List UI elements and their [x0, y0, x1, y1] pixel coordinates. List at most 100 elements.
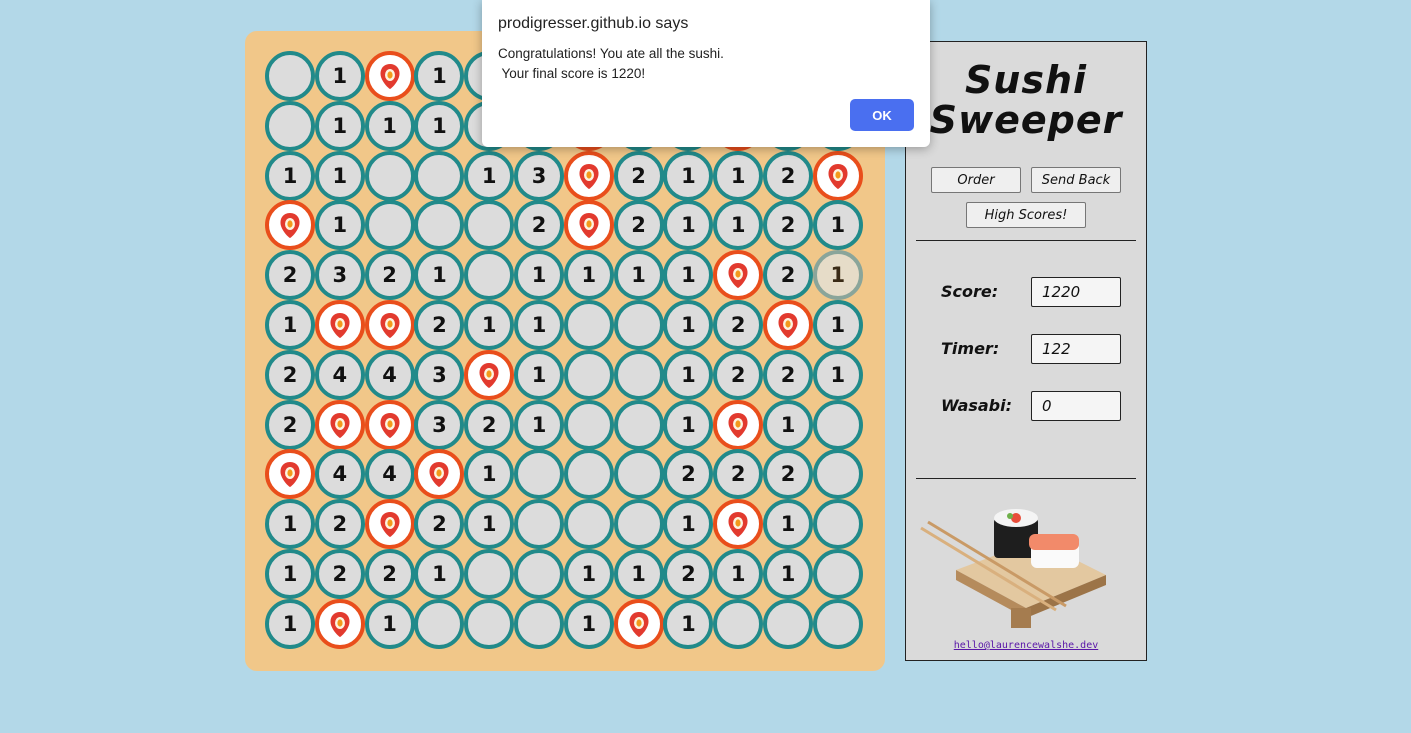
number-cell[interactable]: 1 — [713, 150, 764, 201]
number-cell[interactable]: 1 — [812, 349, 863, 400]
empty-cell[interactable] — [812, 399, 863, 450]
number-cell[interactable]: 2 — [763, 449, 813, 500]
order-button[interactable]: Order — [931, 167, 1021, 193]
number-cell[interactable]: 2 — [763, 200, 813, 251]
number-cell[interactable]: 2 — [364, 549, 415, 599]
empty-cell[interactable] — [812, 499, 863, 550]
number-cell[interactable]: 1 — [314, 150, 365, 201]
empty-cell[interactable] — [265, 51, 315, 101]
number-cell[interactable]: 1 — [763, 549, 813, 599]
empty-cell[interactable] — [613, 499, 664, 550]
number-cell[interactable]: 1 — [663, 598, 714, 649]
number-cell[interactable]: 4 — [314, 449, 365, 500]
number-cell[interactable]: 1 — [663, 200, 714, 251]
empty-cell[interactable] — [514, 449, 564, 500]
number-cell[interactable]: 2 — [265, 250, 315, 301]
empty-cell[interactable] — [464, 250, 515, 301]
number-cell[interactable]: 2 — [265, 399, 315, 450]
empty-cell[interactable] — [514, 499, 564, 550]
number-cell[interactable]: 3 — [514, 150, 564, 201]
number-cell[interactable]: 1 — [314, 51, 365, 101]
empty-cell[interactable] — [713, 598, 764, 649]
sushi-cell[interactable] — [713, 499, 764, 550]
sushi-cell[interactable] — [364, 499, 415, 550]
number-cell[interactable]: 2 — [414, 499, 465, 550]
number-cell[interactable]: 2 — [364, 250, 415, 301]
number-cell[interactable]: 1 — [464, 300, 515, 350]
number-cell[interactable]: 2 — [763, 150, 813, 201]
sushi-cell[interactable] — [265, 200, 315, 251]
sushi-cell[interactable] — [314, 598, 365, 649]
sushi-cell[interactable] — [414, 449, 465, 500]
high-scores-button[interactable]: High Scores! — [966, 202, 1086, 228]
empty-cell[interactable] — [812, 598, 863, 649]
number-cell[interactable]: 2 — [514, 200, 564, 251]
number-cell[interactable]: 1 — [663, 250, 714, 301]
sushi-cell[interactable] — [364, 300, 415, 350]
number-cell[interactable]: 1 — [464, 499, 515, 550]
sushi-cell[interactable] — [364, 399, 415, 450]
number-cell[interactable]: 4 — [364, 349, 415, 400]
number-cell[interactable]: 4 — [314, 349, 365, 400]
number-cell[interactable]: 2 — [763, 250, 813, 301]
empty-cell[interactable] — [613, 449, 664, 500]
number-cell[interactable]: 2 — [613, 150, 664, 201]
number-cell[interactable]: 1 — [563, 549, 614, 599]
number-cell[interactable]: 1 — [414, 100, 465, 151]
empty-cell[interactable] — [812, 449, 863, 500]
empty-cell[interactable] — [563, 399, 614, 450]
number-cell[interactable]: 2 — [314, 499, 365, 550]
sushi-cell[interactable] — [763, 300, 813, 350]
empty-cell[interactable] — [563, 349, 614, 400]
number-cell[interactable]: 1 — [314, 200, 365, 251]
empty-cell[interactable] — [514, 549, 564, 599]
number-cell[interactable]: 1 — [713, 549, 764, 599]
sushi-cell[interactable] — [464, 349, 515, 400]
number-cell[interactable]: 3 — [314, 250, 365, 301]
number-cell[interactable]: 2 — [713, 349, 764, 400]
number-cell[interactable]: 1 — [265, 300, 315, 350]
number-cell[interactable]: 1 — [812, 250, 863, 301]
number-cell[interactable]: 1 — [514, 349, 564, 400]
number-cell[interactable]: 3 — [414, 399, 465, 450]
number-cell[interactable]: 1 — [713, 200, 764, 251]
number-cell[interactable]: 4 — [364, 449, 415, 500]
number-cell[interactable]: 1 — [763, 399, 813, 450]
ok-button[interactable]: OK — [850, 99, 914, 131]
number-cell[interactable]: 1 — [265, 549, 315, 599]
empty-cell[interactable] — [414, 200, 465, 251]
sushi-cell[interactable] — [364, 51, 415, 101]
number-cell[interactable]: 2 — [663, 549, 714, 599]
number-cell[interactable]: 1 — [364, 598, 415, 649]
empty-cell[interactable] — [464, 549, 515, 599]
number-cell[interactable]: 1 — [563, 250, 614, 301]
empty-cell[interactable] — [364, 200, 415, 251]
empty-cell[interactable] — [613, 399, 664, 450]
number-cell[interactable]: 2 — [414, 300, 465, 350]
empty-cell[interactable] — [563, 499, 614, 550]
empty-cell[interactable] — [563, 300, 614, 350]
number-cell[interactable]: 1 — [265, 150, 315, 201]
number-cell[interactable]: 1 — [514, 399, 564, 450]
number-cell[interactable]: 1 — [464, 449, 515, 500]
number-cell[interactable]: 2 — [613, 200, 664, 251]
number-cell[interactable]: 2 — [265, 349, 315, 400]
number-cell[interactable]: 1 — [663, 499, 714, 550]
number-cell[interactable]: 1 — [464, 150, 515, 201]
number-cell[interactable]: 2 — [713, 449, 764, 500]
number-cell[interactable]: 2 — [713, 300, 764, 350]
number-cell[interactable]: 3 — [414, 349, 465, 400]
contact-email-link[interactable]: hello@laurencewalshe.dev — [906, 640, 1146, 651]
empty-cell[interactable] — [414, 150, 465, 201]
empty-cell[interactable] — [613, 349, 664, 400]
empty-cell[interactable] — [613, 300, 664, 350]
number-cell[interactable]: 1 — [514, 300, 564, 350]
sushi-cell[interactable] — [563, 150, 614, 201]
empty-cell[interactable] — [563, 449, 614, 500]
number-cell[interactable]: 1 — [663, 399, 714, 450]
number-cell[interactable]: 1 — [812, 300, 863, 350]
number-cell[interactable]: 1 — [663, 150, 714, 201]
number-cell[interactable]: 1 — [514, 250, 564, 301]
number-cell[interactable]: 2 — [464, 399, 515, 450]
empty-cell[interactable] — [464, 200, 515, 251]
